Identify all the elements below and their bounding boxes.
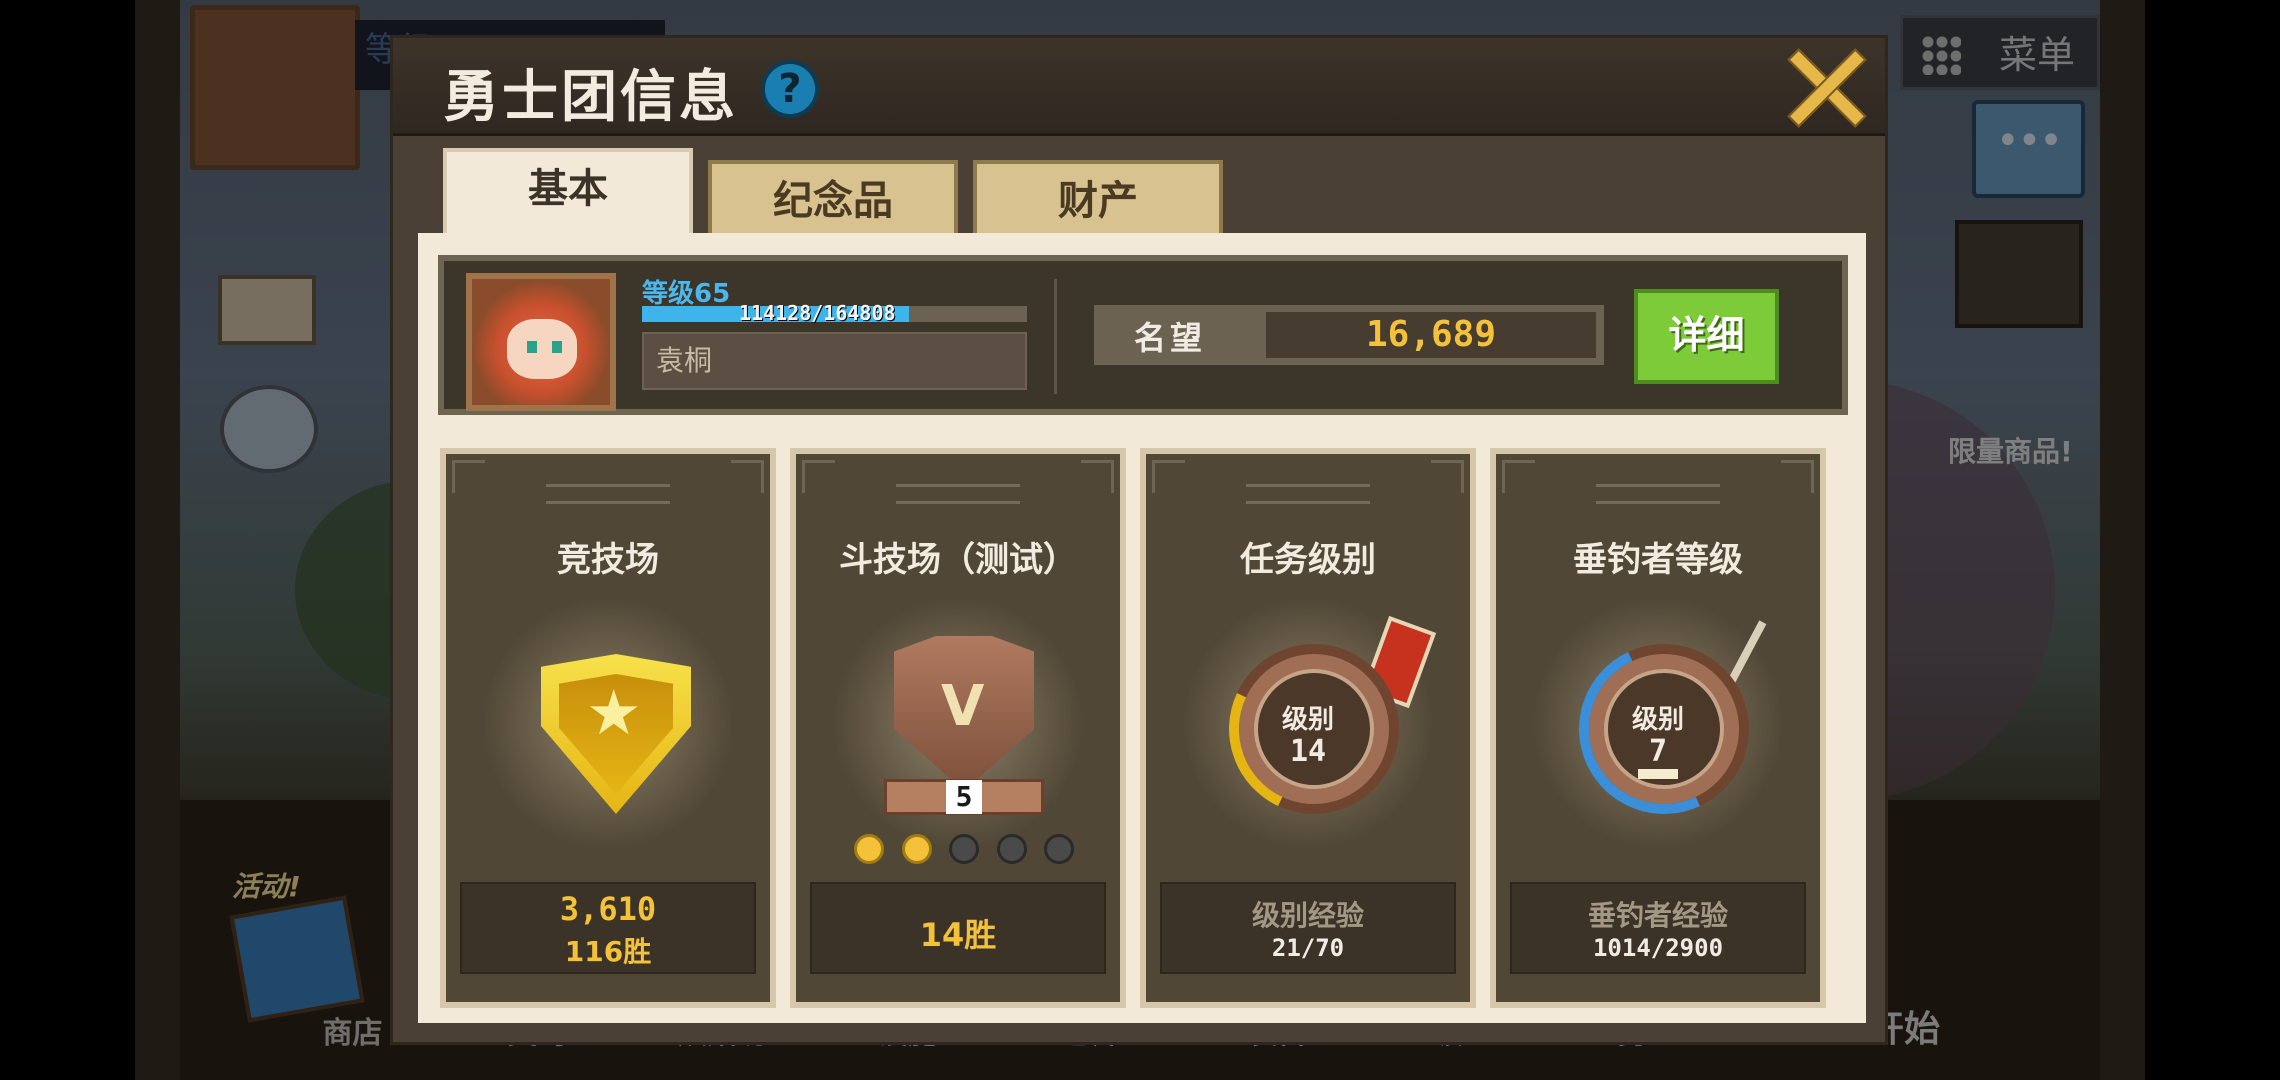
- rank-number: 5: [946, 780, 982, 814]
- stat-value: 1014/2900: [1592, 934, 1724, 962]
- arena-score: 3,610: [559, 890, 657, 928]
- colosseum-card[interactable]: 斗技场（测试） V 5 14胜: [790, 448, 1126, 1008]
- guild-name: 袁桐: [642, 332, 1027, 390]
- avatar-eye: [527, 341, 537, 353]
- title-ornament: [546, 484, 670, 504]
- star-icon: ★: [586, 676, 642, 749]
- fame-box: 名望 16,689: [1094, 305, 1604, 365]
- question-icon[interactable]: ?: [761, 60, 819, 118]
- rank-dot: [1044, 834, 1074, 864]
- corner-ornament: [731, 460, 764, 493]
- rank-dot: [901, 834, 932, 864]
- card-stat-box: 垂钓者经验 1014/2900: [1510, 882, 1806, 974]
- arena-wins: 116胜: [564, 935, 652, 968]
- corner-ornament: [1781, 460, 1814, 493]
- chevron-down-icon: V: [941, 674, 985, 739]
- corner-ornament: [1431, 460, 1464, 493]
- close-icon[interactable]: [1785, 46, 1865, 126]
- corner-ornament: [1502, 460, 1535, 493]
- corner-ornament: [452, 460, 485, 493]
- detail-button[interactable]: 详细: [1634, 289, 1779, 384]
- card-stat-box: 14胜: [810, 882, 1106, 974]
- tab-assets[interactable]: 财产: [973, 160, 1223, 242]
- card-title: 垂钓者等级: [1573, 540, 1743, 580]
- medal-label: 级别: [1281, 705, 1334, 735]
- fame-label: 名望: [1134, 319, 1207, 357]
- rank-dots: [854, 834, 1074, 864]
- rank-dot: [949, 834, 979, 864]
- stat-cards: 竞技场 ★ 3,610 116胜 斗技场（测试） V 5 14胜 任务级别 级别…: [440, 448, 1850, 1008]
- fisher-level-card[interactable]: 垂钓者等级 级别 7 垂钓者经验 1014/2900: [1490, 448, 1826, 1008]
- medal-value: 7: [1648, 734, 1668, 769]
- divider: [1054, 279, 1057, 394]
- guild-info-modal: 勇士团信息 ? 基本 纪念品 财产 等级65 114128/164808 袁桐 …: [390, 35, 1888, 1045]
- modal-header: 勇士团信息 ?: [393, 38, 1885, 136]
- arena-card[interactable]: 竞技场 ★ 3,610 116胜: [440, 448, 776, 1008]
- card-stat-box: 级别经验 21/70: [1160, 882, 1456, 974]
- avatar-face: [507, 319, 577, 379]
- medal-value: 14: [1289, 734, 1327, 769]
- fame-value-box: 16,689: [1266, 312, 1596, 358]
- corner-ornament: [1081, 460, 1114, 493]
- tab-souvenirs[interactable]: 纪念品: [708, 160, 958, 242]
- card-title: 斗技场（测试）: [839, 540, 1077, 580]
- stat-label: 级别经验: [1251, 899, 1364, 932]
- title-ornament: [1596, 484, 1720, 504]
- corner-ornament: [1152, 460, 1185, 493]
- guild-level: 等级65: [642, 279, 731, 309]
- card-title: 任务级别: [1240, 540, 1376, 580]
- stat-label: 垂钓者经验: [1587, 899, 1728, 932]
- modal-title: 勇士团信息: [443, 65, 738, 130]
- card-stat-box: 3,610 116胜: [460, 882, 756, 974]
- rank-dot: [996, 834, 1027, 864]
- title-ornament: [896, 484, 1020, 504]
- avatar-eye: [552, 341, 562, 353]
- medal-bar: [1638, 769, 1678, 779]
- quest-level-card[interactable]: 任务级别 级别 14 级别经验 21/70: [1140, 448, 1476, 1008]
- stat-value: 21/70: [1271, 934, 1345, 962]
- card-title: 竞技场: [557, 540, 659, 580]
- exp-text: 114128/164808: [739, 301, 896, 325]
- medal-label: 级别: [1631, 705, 1684, 735]
- colosseum-wins: 14胜: [919, 916, 997, 954]
- corner-ornament: [802, 460, 835, 493]
- profile-row: 等级65 114128/164808 袁桐 名望 16,689 详细: [438, 255, 1848, 415]
- fame-value: 16,689: [1365, 314, 1497, 355]
- avatar[interactable]: [466, 273, 616, 411]
- rank-dot: [854, 834, 884, 864]
- title-ornament: [1246, 484, 1370, 504]
- tab-panel: 等级65 114128/164808 袁桐 名望 16,689 详细 竞技场 ★…: [418, 233, 1866, 1023]
